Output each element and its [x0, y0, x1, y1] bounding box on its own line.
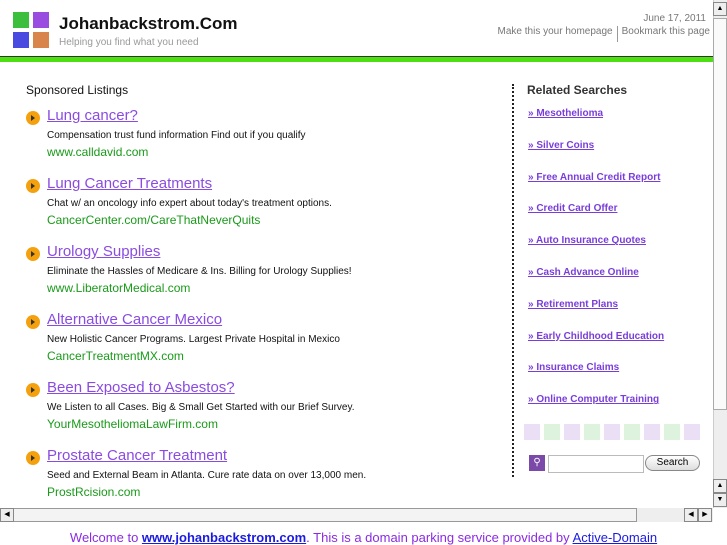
- related-search-link[interactable]: » Mesothelioma: [528, 108, 603, 119]
- scroll-left-icon[interactable]: ◀: [684, 508, 698, 522]
- date: June 17, 2011: [643, 13, 706, 24]
- ad-description: Seed and External Beam in Atlanta. Cure …: [47, 470, 367, 481]
- logo: [13, 12, 50, 49]
- domain-link[interactable]: www.johanbackstrom.com: [142, 530, 306, 545]
- related-search-link[interactable]: » Free Annual Credit Report: [528, 172, 660, 183]
- bullet-arrow-icon: [26, 383, 40, 397]
- related-search-link[interactable]: » Credit Card Offer: [528, 203, 617, 214]
- ad-url[interactable]: YourMesotheliomaLawFirm.com: [47, 417, 218, 431]
- homepage-link[interactable]: Make this your homepage: [494, 26, 617, 42]
- ad-title-link[interactable]: Lung cancer?: [47, 107, 138, 124]
- search-icon: ⚲: [529, 455, 545, 471]
- related-search-link[interactable]: » Retirement Plans: [528, 299, 618, 310]
- bullet-arrow-icon: [26, 179, 40, 193]
- related-heading: Related Searches: [527, 83, 628, 97]
- scroll-up-icon[interactable]: ▲: [713, 2, 727, 16]
- related-search-link[interactable]: » Early Childhood Education: [528, 331, 664, 342]
- scroll-left-icon[interactable]: ◀: [0, 508, 14, 522]
- related-search-link[interactable]: » Auto Insurance Quotes: [528, 235, 646, 246]
- ad-title-link[interactable]: Alternative Cancer Mexico: [47, 311, 222, 328]
- sponsored-heading: Sponsored Listings: [26, 83, 129, 97]
- ad-description: We Listen to all Cases. Big & Small Get …: [47, 402, 355, 413]
- decorative-square: [644, 424, 660, 440]
- scroll-right-icon[interactable]: ▶: [698, 508, 712, 522]
- decorative-square: [684, 424, 700, 440]
- tagline: Helping you find what you need: [59, 37, 199, 48]
- decorative-square: [524, 424, 540, 440]
- ad-url[interactable]: CancerCenter.com/CareThatNeverQuits: [47, 213, 260, 227]
- bookmark-link[interactable]: Bookmark this page: [618, 26, 714, 42]
- decorative-square: [624, 424, 640, 440]
- scroll-up-icon[interactable]: ▲: [713, 479, 727, 493]
- decorative-square: [584, 424, 600, 440]
- search-button[interactable]: Search: [645, 455, 700, 471]
- bullet-arrow-icon: [26, 111, 40, 125]
- horizontal-scroll-thumb[interactable]: [13, 508, 637, 522]
- ad-description: Eliminate the Hassles of Medicare & Ins.…: [47, 266, 352, 277]
- ad-title-link[interactable]: Urology Supplies: [47, 243, 160, 260]
- footer: Welcome to www.johanbackstrom.com. This …: [0, 530, 727, 545]
- decorative-square: [544, 424, 560, 440]
- ad-url[interactable]: CancerTreatmentMX.com: [47, 349, 184, 363]
- bullet-arrow-icon: [26, 315, 40, 329]
- ad-url[interactable]: www.calldavid.com: [47, 145, 148, 159]
- ad-title-link[interactable]: Lung Cancer Treatments: [47, 175, 212, 192]
- related-search-link[interactable]: » Online Computer Training: [528, 394, 659, 405]
- ad-url[interactable]: ProstRcision.com: [47, 485, 140, 499]
- site-title: Johanbackstrom.Com: [59, 14, 238, 33]
- ad-url[interactable]: www.LiberatorMedical.com: [47, 281, 190, 295]
- related-search-link[interactable]: » Cash Advance Online: [528, 267, 639, 278]
- decorative-square: [604, 424, 620, 440]
- search-input[interactable]: [548, 455, 644, 473]
- related-search-link[interactable]: » Silver Coins: [528, 140, 594, 151]
- bullet-arrow-icon: [26, 451, 40, 465]
- accent-bar: [0, 56, 713, 62]
- related-search-link[interactable]: » Insurance Claims: [528, 362, 619, 373]
- ad-title-link[interactable]: Prostate Cancer Treatment: [47, 447, 227, 464]
- ad-description: New Holistic Cancer Programs. Largest Pr…: [47, 334, 340, 345]
- footer-text: Welcome to: [69, 530, 142, 545]
- ad-description: Compensation trust fund information Find…: [47, 130, 306, 141]
- ad-title-link[interactable]: Been Exposed to Asbestos?: [47, 379, 235, 396]
- decorative-square: [664, 424, 680, 440]
- decorative-square: [564, 424, 580, 440]
- provider-link[interactable]: Active-Domain: [573, 530, 658, 545]
- bullet-arrow-icon: [26, 247, 40, 261]
- scroll-down-icon[interactable]: ▼: [713, 493, 727, 507]
- column-divider: [512, 84, 514, 477]
- footer-text: . This is a domain parking service provi…: [306, 530, 573, 545]
- ad-description: Chat w/ an oncology info expert about to…: [47, 198, 332, 209]
- vertical-scroll-thumb[interactable]: [713, 18, 727, 410]
